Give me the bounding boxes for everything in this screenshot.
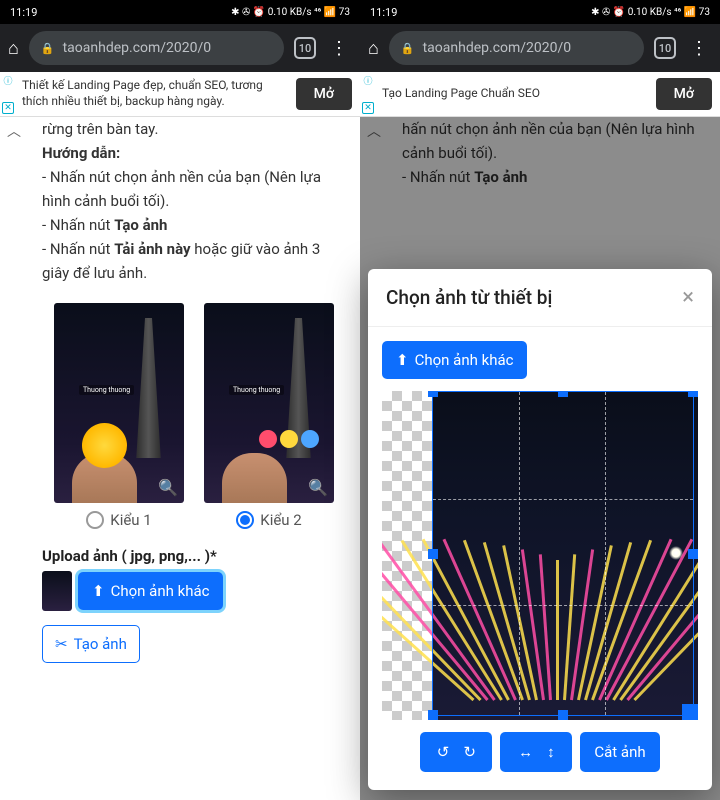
ad-close-icon[interactable]: ✕ [362, 102, 374, 114]
home-icon[interactable]: ⌂ [368, 38, 379, 59]
rotate-buttons[interactable]: ↺ ↻ [420, 732, 492, 772]
style-2-preview: Thuong thuong [204, 303, 334, 503]
scissors-icon: ✂ [55, 635, 68, 653]
upload-thumbnail [42, 571, 72, 611]
crop-handle[interactable] [428, 710, 438, 720]
ad-info-icon[interactable]: ⓘ [2, 74, 14, 86]
crop-canvas[interactable] [382, 391, 698, 720]
crop-handle[interactable] [428, 391, 438, 397]
radio-unchecked-icon[interactable] [86, 511, 104, 529]
ad-close-icon[interactable]: ✕ [2, 102, 14, 114]
upload-icon: ⬆ [92, 582, 105, 600]
upload-label: Upload ảnh ( jpg, png,... )* [28, 537, 360, 571]
choose-other-image-button[interactable]: ⬆ Chọn ảnh khác [382, 341, 527, 379]
flip-horizontal-icon: ↔ [518, 743, 533, 761]
flip-vertical-icon: ↕ [547, 743, 555, 761]
status-bar: 11:19 ✱ ✇ ⏰ 0.10 KB/s ⁴⁶ 📶 73 [360, 0, 720, 24]
clock: 11:19 [10, 6, 37, 19]
upload-icon: ⬆ [396, 351, 409, 369]
create-image-button[interactable]: ✂ Tạo ảnh [42, 625, 140, 663]
crop-handle[interactable] [428, 549, 438, 559]
crop-selection[interactable] [432, 391, 694, 716]
ad-text: Tạo Landing Page Chuẩn SEO [368, 86, 648, 102]
lock-icon: 🔒 [41, 42, 55, 55]
style-option-2[interactable]: Thuong thuong Kiểu 2 [204, 303, 334, 529]
status-icons: ✱ ✇ ⏰ 0.10 KB/s ⁴⁶ 📶 73 [231, 7, 350, 18]
modal-title: Chọn ảnh từ thiết bị [386, 286, 552, 309]
crop-button[interactable]: Cắt ảnh [580, 732, 659, 772]
image-picker-modal: Chọn ảnh từ thiết bị × ⬆ Chọn ảnh khác [368, 269, 712, 790]
menu-icon[interactable]: ⋮ [686, 38, 712, 59]
status-bar: 11:19 ✱ ✇ ⏰ 0.10 KB/s ⁴⁶ 📶 73 [0, 0, 360, 24]
article-body: rừng trên bàn tay. Hướng dẫn: - Nhấn nút… [28, 117, 360, 285]
url-bar[interactable]: 🔒 taoanhdep.com/2020/0 [389, 31, 644, 65]
style-1-preview: Thuong thuong [54, 303, 184, 503]
tab-switcher[interactable]: 10 [294, 37, 316, 59]
clock: 11:19 [370, 6, 397, 19]
choose-image-button[interactable]: ⬆ Chọn ảnh khác [78, 572, 223, 610]
crop-handle[interactable] [558, 710, 568, 720]
browser-toolbar: ⌂ 🔒 taoanhdep.com/2020/0 10 ⋮ [360, 24, 720, 72]
crop-handle[interactable] [688, 549, 698, 559]
home-icon[interactable]: ⌂ [8, 38, 19, 59]
ad-open-button[interactable]: Mở [656, 78, 712, 110]
status-icons: ✱ ✇ ⏰ 0.10 KB/s ⁴⁶ 📶 73 [591, 7, 710, 18]
rotate-right-icon: ↻ [463, 743, 476, 761]
browser-toolbar: ⌂ 🔒 taoanhdep.com/2020/0 10 ⋮ [0, 24, 360, 72]
url-text: taoanhdep.com/2020/0 [423, 40, 572, 56]
ad-text: Thiết kế Landing Page đẹp, chuẩn SEO, tư… [8, 78, 288, 109]
flip-buttons[interactable]: ↔ ↕ [500, 732, 572, 772]
url-bar[interactable]: 🔒 taoanhdep.com/2020/0 [29, 31, 284, 65]
rotate-left-icon: ↺ [437, 743, 450, 761]
radio-checked-icon[interactable] [236, 511, 254, 529]
url-text: taoanhdep.com/2020/0 [63, 40, 212, 56]
collapse-icon[interactable]: ︿ [0, 117, 28, 145]
style-option-1[interactable]: Thuong thuong Kiểu 1 [54, 303, 184, 529]
ad-banner: ⓘ ✕ Tạo Landing Page Chuẩn SEO Mở [360, 72, 720, 117]
ad-banner: ⓘ ✕ Thiết kế Landing Page đẹp, chuẩn SEO… [0, 72, 360, 117]
crop-handle[interactable] [688, 391, 698, 397]
crop-handle[interactable] [558, 391, 568, 397]
lock-icon: 🔒 [401, 42, 415, 55]
close-icon[interactable]: × [682, 285, 694, 310]
tab-switcher[interactable]: 10 [654, 37, 676, 59]
menu-icon[interactable]: ⋮ [326, 38, 352, 59]
crop-handle[interactable] [682, 704, 698, 720]
ad-info-icon[interactable]: ⓘ [362, 74, 374, 86]
ad-open-button[interactable]: Mở [296, 78, 352, 110]
